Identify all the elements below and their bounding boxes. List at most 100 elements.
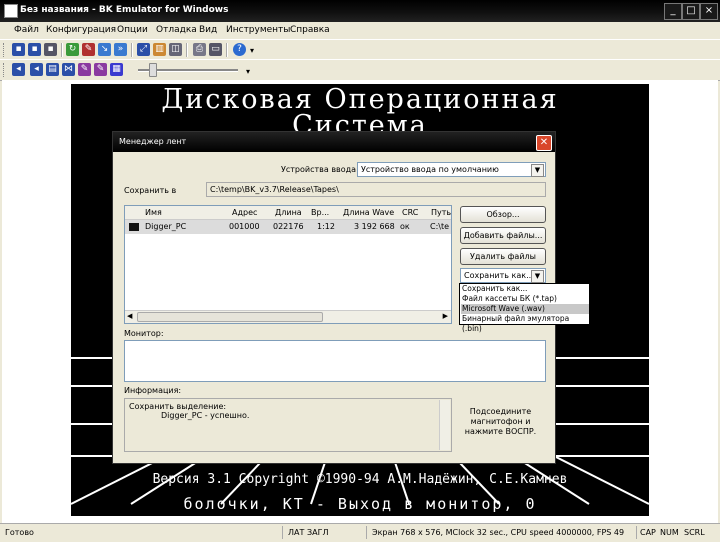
toolbar-separator xyxy=(226,43,228,57)
menu-help[interactable]: Справка xyxy=(290,25,330,35)
status-bar: Готово ЛАТ ЗАГЛ Экран 768 x 576, MClock … xyxy=(0,523,720,542)
status-scrl: SCRL xyxy=(684,528,705,537)
screen-hint: болочки, КТ - Выход в монитор, 0 xyxy=(183,495,537,513)
input-device-select[interactable]: Устройство ввода по умолчанию ▼ xyxy=(357,162,546,177)
menu-configuration[interactable]: Конфигурация xyxy=(46,25,116,35)
tape-file-list[interactable]: Имя Адрес Длина Вр... Длина Wave CRC Пут… xyxy=(124,205,452,324)
save-option[interactable]: Сохранить как... xyxy=(461,284,589,294)
speaker-icon[interactable]: ◂ xyxy=(12,63,25,76)
hint-line2: магнитофон и xyxy=(470,417,531,426)
toolbar-overflow-icon[interactable]: ▾ xyxy=(250,46,254,55)
delete-files-button[interactable]: Удалить файлы xyxy=(460,248,546,265)
column-time[interactable]: Вр... xyxy=(311,208,329,217)
save-to-path-value: C:\temp\BK_v3.7\Release\Tapes\ xyxy=(210,185,339,194)
table-row[interactable]: Digger_PC 001000 022176 1:12 3 192 668 о… xyxy=(125,220,451,234)
tape-file-icon xyxy=(129,223,139,231)
row-address: 001000 xyxy=(229,222,260,231)
toolbar-grip[interactable] xyxy=(3,63,7,77)
mixer-icon[interactable]: ▦ xyxy=(110,63,123,76)
tape-icon[interactable]: ⋈ xyxy=(62,63,75,76)
screenshot-icon[interactable]: ▭ xyxy=(209,43,222,56)
toolbar-grip[interactable] xyxy=(3,43,7,57)
input-device-value: Устройство ввода по умолчанию xyxy=(361,165,499,174)
save-as-select[interactable]: Сохранить как... ▼ xyxy=(460,268,546,283)
title-bar: Без названия - BK Emulator for Windows _… xyxy=(0,0,720,22)
save-option[interactable]: Бинарный файл эмулятора (.bin) xyxy=(461,314,589,333)
row-time: 1:12 xyxy=(317,222,335,231)
filter-icon[interactable]: ✎ xyxy=(78,63,91,76)
status-num: NUM xyxy=(660,528,679,537)
open-icon[interactable]: ▪ xyxy=(12,43,25,56)
scroll-left-icon[interactable]: ◀ xyxy=(127,312,132,320)
save-as-dropdown-list: Сохранить как... Файл кассеты БК (*.tap)… xyxy=(459,283,590,333)
volume-slider-thumb[interactable] xyxy=(149,63,157,77)
save-option[interactable]: Файл кассеты БК (*.tap) xyxy=(461,294,589,304)
fullscreen-icon[interactable]: ⤢ xyxy=(137,43,150,56)
maximize-button[interactable]: □ xyxy=(682,3,700,20)
list-horizontal-scrollbar[interactable]: ◀ ▶ xyxy=(125,310,451,323)
hint-line3: нажмите ВОСПР. xyxy=(464,427,537,436)
scroll-right-icon[interactable]: ▶ xyxy=(443,312,448,320)
column-address[interactable]: Адрес xyxy=(232,208,257,217)
info-label: Информация: xyxy=(124,386,182,395)
monitor-label: Монитор: xyxy=(124,329,164,338)
status-cap: CAP xyxy=(640,528,656,537)
save-to-path-field[interactable]: C:\temp\BK_v3.7\Release\Tapes\ xyxy=(206,182,546,197)
app-icon xyxy=(4,4,18,18)
help-icon[interactable]: ? xyxy=(233,43,246,56)
row-wave-length: 3 192 668 xyxy=(354,222,395,231)
info-box: Сохранить выделение: Digger_PC - успешно… xyxy=(124,398,452,452)
hint-line1: Подсоедините xyxy=(469,407,532,416)
run-icon[interactable]: ↻ xyxy=(66,43,79,56)
info-scrollbar[interactable] xyxy=(439,400,450,450)
column-crc[interactable]: CRC xyxy=(402,208,418,217)
mute-icon[interactable]: ✎ xyxy=(94,63,107,76)
menu-bar: Файл Конфигурация Опции Отладка Вид Инст… xyxy=(0,22,720,39)
sound-toolbar: ◂ ◂ ▤ ⋈ ✎ ✎ ▦ ▾ xyxy=(0,59,720,81)
chevron-down-icon[interactable]: ▼ xyxy=(531,164,544,177)
column-wave-length[interactable]: Длина Wave xyxy=(343,208,394,217)
step-icon[interactable]: ↘ xyxy=(98,43,111,56)
scrollbar-thumb[interactable] xyxy=(137,312,323,322)
ay-icon[interactable]: ▤ xyxy=(46,63,59,76)
chevron-down-icon[interactable]: ▼ xyxy=(531,270,544,283)
close-button[interactable]: × xyxy=(700,3,718,20)
menu-options[interactable]: Опции xyxy=(117,25,148,35)
info-line2: Digger_PC - успешно. xyxy=(161,411,250,420)
menu-view[interactable]: Вид xyxy=(199,25,217,35)
covox-icon[interactable]: ◂ xyxy=(30,63,43,76)
monitor-box[interactable] xyxy=(124,340,546,382)
add-files-button[interactable]: Добавить файлы... xyxy=(460,227,546,244)
status-info: Экран 768 x 576, MClock 32 sec., CPU spe… xyxy=(372,528,625,537)
status-divider xyxy=(366,526,367,539)
info-line1: Сохранить выделение: xyxy=(129,402,227,411)
skip-icon[interactable]: » xyxy=(114,43,127,56)
toolbar-overflow-icon[interactable]: ▾ xyxy=(246,67,250,76)
list-header: Имя Адрес Длина Вр... Длина Wave CRC Пут… xyxy=(125,206,451,220)
toolbar-separator xyxy=(186,43,188,57)
row-crc: ок xyxy=(400,222,410,231)
status-zagl: ЗАГЛ xyxy=(307,528,329,537)
status-lat: ЛАТ xyxy=(288,528,305,537)
print-icon[interactable]: ⎙ xyxy=(193,43,206,56)
save-option[interactable]: Microsoft Wave (.wav) xyxy=(461,304,589,314)
menu-tools[interactable]: Инструменты xyxy=(226,25,290,35)
dialog-close-button[interactable]: ✕ xyxy=(536,135,552,151)
save-all-icon[interactable]: ▪ xyxy=(44,43,57,56)
column-name[interactable]: Имя xyxy=(145,208,162,217)
column-path[interactable]: Путь xyxy=(431,208,451,217)
menu-file[interactable]: Файл xyxy=(14,25,39,35)
minimize-button[interactable]: _ xyxy=(664,3,682,20)
menu-debug[interactable]: Отладка xyxy=(156,25,197,35)
screen-copyright: Версия 3.1 Copyright ©1990-94 А.М.Надёжи… xyxy=(152,472,568,487)
browse-button[interactable]: Обзор... xyxy=(460,206,546,223)
status-divider xyxy=(636,526,637,539)
screen-size-icon[interactable]: ◫ xyxy=(169,43,182,56)
stop-icon[interactable]: ✎ xyxy=(82,43,95,56)
save-icon[interactable]: ▪ xyxy=(28,43,41,56)
input-device-label: Устройства ввода: xyxy=(281,165,359,174)
column-length[interactable]: Длина xyxy=(275,208,302,217)
window-title: Без названия - BK Emulator for Windows xyxy=(20,5,229,15)
palette-icon[interactable]: ▥ xyxy=(153,43,166,56)
status-ready: Готово xyxy=(5,528,34,537)
